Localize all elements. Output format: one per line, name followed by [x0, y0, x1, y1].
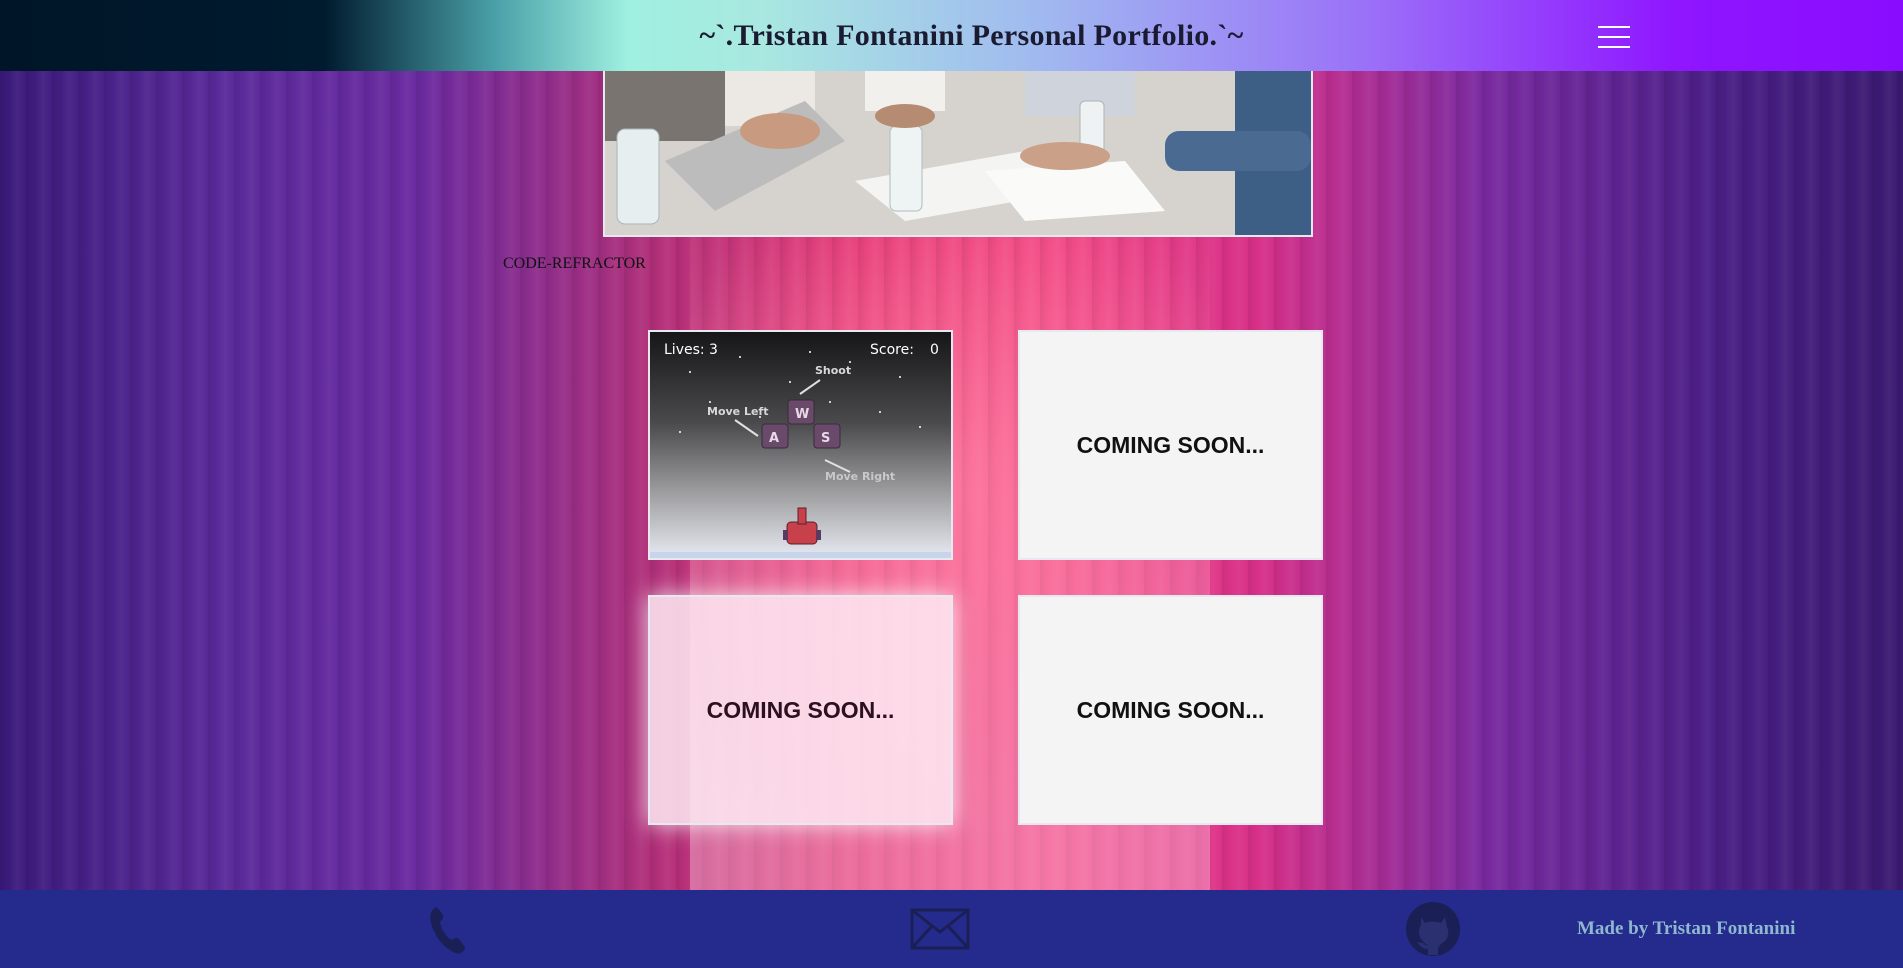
- meeting-photo: [605, 71, 1311, 235]
- hud-score-label: Score:: [870, 342, 914, 358]
- footer-credit: Made by Tristan Fontanini: [1577, 918, 1796, 939]
- coming-soon-label: COMING SOON...: [706, 696, 895, 723]
- project-card-coming-soon-2[interactable]: COMING SOON...: [648, 595, 953, 825]
- site-title: ~`.Tristan Fontanini Personal Portfolio.…: [699, 18, 1244, 52]
- phone-icon[interactable]: [427, 905, 467, 960]
- hud-score-value: 0: [930, 342, 939, 358]
- project-card-game[interactable]: Lives: 3 Score: 0 Shoot Move Left Move R…: [648, 330, 953, 560]
- project-card-coming-soon-1[interactable]: COMING SOON...: [1018, 330, 1323, 560]
- section-label: CODE-REFRACTOR: [503, 255, 646, 272]
- hint-shoot: Shoot: [815, 364, 851, 377]
- coming-soon-label: COMING SOON...: [1076, 431, 1265, 458]
- hero-image: [603, 71, 1313, 237]
- mail-icon[interactable]: [910, 908, 970, 955]
- site-header: ~`.Tristan Fontanini Personal Portfolio.…: [0, 0, 1903, 71]
- hud-lives: Lives: 3: [664, 342, 718, 358]
- key-left: A: [769, 431, 779, 446]
- hint-right: Move Right: [825, 470, 895, 483]
- hint-left: Move Left: [707, 405, 768, 418]
- game-screenshot: Lives: 3 Score: 0 Shoot Move Left Move R…: [650, 332, 951, 558]
- github-icon[interactable]: [1405, 901, 1461, 962]
- key-up: W: [795, 407, 809, 422]
- project-card-coming-soon-3[interactable]: COMING SOON...: [1018, 595, 1323, 825]
- coming-soon-label: COMING SOON...: [1076, 696, 1265, 723]
- key-right: S: [821, 431, 830, 446]
- hamburger-menu-icon[interactable]: [1598, 26, 1630, 48]
